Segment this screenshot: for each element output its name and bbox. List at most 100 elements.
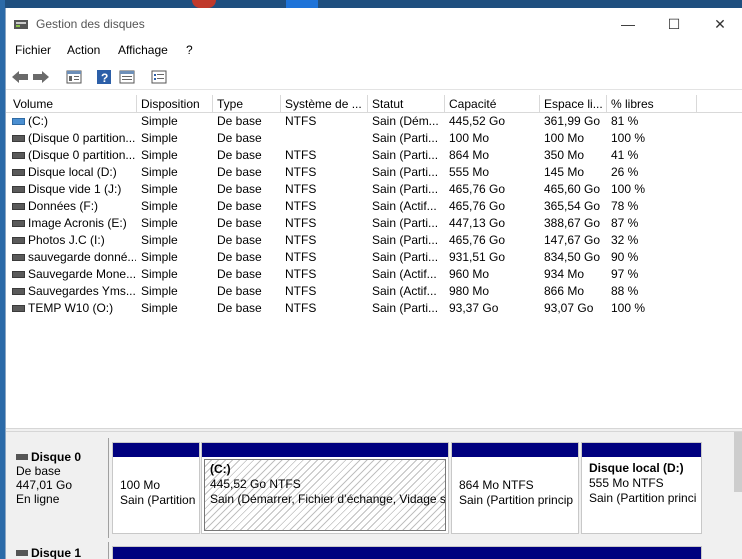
menu-bar: Fichier Action Affichage ?	[6, 40, 742, 62]
view-icon[interactable]	[117, 67, 137, 87]
minimize-icon: —	[621, 16, 635, 32]
cell-status: Sain (Parti...	[372, 131, 439, 145]
volume-icon	[12, 288, 25, 295]
partition-size: 445,52 Go NTFS	[210, 477, 301, 491]
disk0-label[interactable]: Disque 0 De base 447,01 Go En ligne	[6, 438, 109, 538]
partition-disk1[interactable]	[112, 546, 702, 559]
forward-arrow-icon[interactable]	[31, 67, 51, 87]
table-row[interactable]: Image Acronis (E:) Simple De base NTFS Sain …	[6, 215, 742, 232]
table-row[interactable]: Sauvegardes Yms... Simple De base NTFS Sain …	[6, 283, 742, 300]
cell-fs: NTFS	[285, 182, 317, 196]
cell-volume: TEMP W10 (O:)	[28, 301, 114, 315]
cell-type: De base	[217, 114, 262, 128]
column-header-filesystem[interactable]: Système de ...	[281, 95, 368, 113]
cell-fs: NTFS	[285, 165, 317, 179]
cell-pct: 97 %	[611, 267, 639, 281]
disk0-state: En ligne	[16, 492, 60, 506]
cell-type: De base	[217, 284, 262, 298]
cell-pct: 88 %	[611, 284, 639, 298]
disk-icon	[16, 454, 28, 460]
cell-status: Sain (Parti...	[372, 301, 439, 315]
title-bar[interactable]: Gestion des disques — ☐ ✕	[6, 8, 742, 40]
table-row[interactable]: Disque vide 1 (J:) Simple De base NTFS Sain …	[6, 181, 742, 198]
cell-free: 934 Mo	[544, 267, 585, 281]
volume-icon	[12, 305, 25, 312]
partition-disk0-1[interactable]: 100 Mo Sain (Partition	[112, 442, 200, 534]
cell-disp: Simple	[141, 284, 178, 298]
column-header-type[interactable]: Type	[213, 95, 281, 113]
cell-cap: 465,76 Go	[449, 182, 506, 196]
table-row[interactable]: (C:) Simple De base NTFS Sain (Dém... 445,52 …	[6, 113, 742, 130]
table-row[interactable]: TEMP W10 (O:) Simple De base NTFS Sain (Part…	[6, 300, 742, 317]
cell-disp: Simple	[141, 114, 178, 128]
disk0-size: 447,01 Go	[16, 478, 73, 492]
cell-pct: 90 %	[611, 250, 639, 264]
cell-type: De base	[217, 131, 262, 145]
column-header-volume[interactable]: Volume	[9, 95, 137, 113]
partition-title: (C:)	[210, 462, 231, 476]
settings-icon[interactable]	[149, 67, 169, 87]
properties-icon[interactable]	[64, 67, 84, 87]
back-arrow-icon[interactable]	[10, 67, 30, 87]
cell-pct: 81 %	[611, 114, 639, 128]
scrollbar[interactable]	[734, 432, 742, 492]
menu-help[interactable]: ?	[186, 43, 193, 57]
cell-free: 93,07 Go	[544, 301, 594, 315]
cell-type: De base	[217, 182, 262, 196]
volume-icon	[12, 152, 25, 159]
table-row[interactable]: Photos J.C (I:) Simple De base NTFS Sain (Pa…	[6, 232, 742, 249]
table-row[interactable]: sauvegarde donné... Simple De base NTFS Sain…	[6, 249, 742, 266]
cell-fs: NTFS	[285, 250, 317, 264]
cell-disp: Simple	[141, 267, 178, 281]
cell-pct: 41 %	[611, 148, 639, 162]
help-icon[interactable]: ?	[94, 67, 114, 87]
cell-disp: Simple	[141, 233, 178, 247]
table-row[interactable]: Données (F:) Simple De base NTFS Sain (Actif…	[6, 198, 742, 215]
table-row[interactable]: Disque local (D:) Simple De base NTFS Sain (…	[6, 164, 742, 181]
cell-fs: NTFS	[285, 267, 317, 281]
close-button[interactable]: ✕	[697, 8, 742, 40]
maximize-button[interactable]: ☐	[651, 8, 697, 40]
partition-size: 555 Mo NTFS	[589, 476, 664, 490]
partition-size: 864 Mo NTFS	[459, 478, 534, 492]
cell-status: Sain (Parti...	[372, 182, 439, 196]
cell-status: Sain (Dém...	[372, 114, 439, 128]
cell-fs: NTFS	[285, 284, 317, 298]
column-header-percent-free[interactable]: % libres	[607, 95, 697, 113]
volume-icon	[12, 186, 25, 193]
column-header-free-space[interactable]: Espace li...	[540, 95, 607, 113]
partition-status: Sain (Partition princip	[459, 493, 574, 507]
table-row[interactable]: (Disque 0 partition... Simple De base NTFS S…	[6, 147, 742, 164]
table-row[interactable]: Sauvegarde Mone... Simple De base NTFS Sain …	[6, 266, 742, 283]
partition-disk0-3[interactable]: 864 Mo NTFS Sain (Partition princip	[451, 442, 579, 534]
partition-status: Sain (Démarrer, Fichier d’échange, Vidag…	[210, 492, 446, 506]
partition-bar	[113, 547, 701, 559]
volume-icon	[12, 203, 25, 210]
cell-cap: 465,76 Go	[449, 199, 506, 213]
desktop-icon	[286, 0, 318, 8]
column-header-status[interactable]: Statut	[368, 95, 445, 113]
svg-text:?: ?	[101, 71, 108, 85]
cell-pct: 26 %	[611, 165, 639, 179]
table-row[interactable]: (Disque 0 partition... Simple De base Sain …	[6, 130, 742, 147]
cell-free: 465,60 Go	[544, 182, 601, 196]
partition-bar	[113, 443, 199, 457]
partition-disk0-d[interactable]: Disque local (D:) 555 Mo NTFS Sain (Part…	[581, 442, 702, 534]
cell-fs: NTFS	[285, 233, 317, 247]
cell-free: 350 Mo	[544, 148, 585, 162]
menu-affichage[interactable]: Affichage	[118, 43, 168, 57]
volume-icon	[12, 118, 25, 125]
column-header-capacity[interactable]: Capacité	[445, 95, 540, 113]
cell-cap: 980 Mo	[449, 284, 490, 298]
cell-cap: 864 Mo	[449, 148, 490, 162]
column-header-disposition[interactable]: Disposition	[137, 95, 213, 113]
minimize-button[interactable]: —	[605, 8, 651, 40]
menu-fichier[interactable]: Fichier	[15, 43, 51, 57]
disk1-label[interactable]: Disque 1	[6, 542, 109, 559]
cell-status: Sain (Actif...	[372, 267, 437, 281]
cell-volume: (Disque 0 partition...	[28, 131, 136, 145]
partition-title: Disque local (D:)	[589, 461, 684, 475]
cell-cap: 931,51 Go	[449, 250, 506, 264]
partition-disk0-c[interactable]: (C:) 445,52 Go NTFS Sain (Démarrer, Fich…	[201, 442, 449, 534]
menu-action[interactable]: Action	[67, 43, 100, 57]
